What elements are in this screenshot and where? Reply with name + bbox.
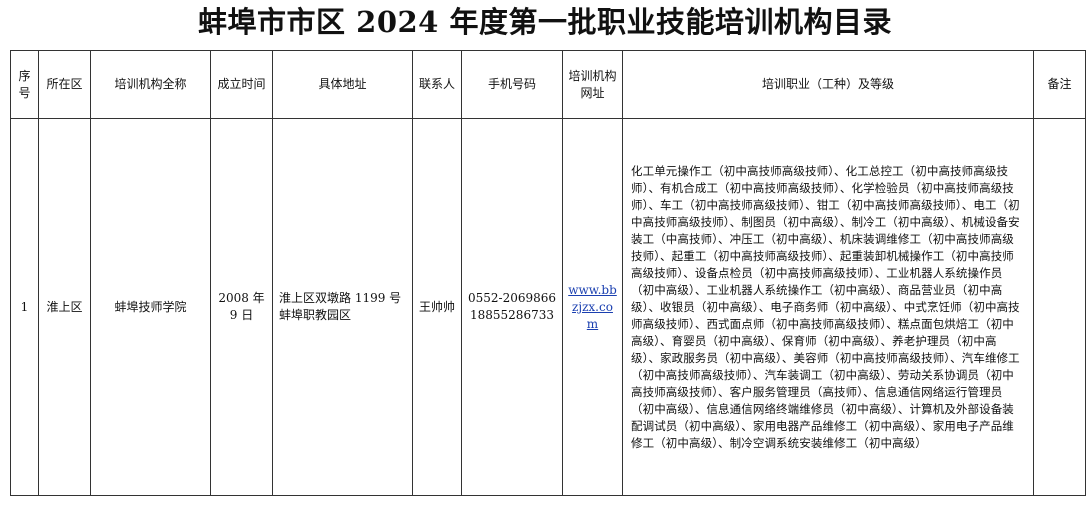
table-row: 1 淮上区 蚌埠技师学院 2008 年 9 日 淮上区双墩路 1199 号蚌埠职… <box>10 118 1086 496</box>
cell-contact: 王帅帅 <box>412 118 462 496</box>
header-occupations: 培训职业（工种）及等级 <box>622 50 1034 119</box>
header-occupations-label: 培训职业（工种）及等级 <box>761 77 894 91</box>
cell-address-value: 淮上区双墩路 1199 号蚌埠职教园区 <box>279 291 402 322</box>
cell-occupations: 化工单元操作工（初中高技师高级技师）、化工总控工（初中高技师高级技师）、有机合成… <box>622 118 1034 496</box>
document-title: 蚌埠市市区 2024 年度第一批职业技能培训机构目录 <box>198 5 892 39</box>
header-remarks: 备注 <box>1033 50 1086 119</box>
cell-district: 淮上区 <box>38 118 91 496</box>
header-index-label: 序号 <box>18 68 31 100</box>
cell-contact-value: 王帅帅 <box>418 299 455 314</box>
header-website-label: 培训机构网址 <box>568 68 617 100</box>
header-contact: 联系人 <box>412 50 462 119</box>
website-link[interactable]: www.bbzjzx.com <box>568 283 617 331</box>
header-district: 所在区 <box>38 50 91 119</box>
header-remarks-label: 备注 <box>1047 77 1072 91</box>
header-org-name-label: 培训机构全称 <box>114 77 187 91</box>
cell-founded: 2008 年 9 日 <box>210 118 273 496</box>
cell-org-name-value: 蚌埠技师学院 <box>114 299 187 314</box>
cell-remarks <box>1033 118 1086 496</box>
header-phone: 手机号码 <box>461 50 563 119</box>
header-org-name: 培训机构全称 <box>90 50 211 119</box>
cell-org-name: 蚌埠技师学院 <box>90 118 211 496</box>
header-phone-label: 手机号码 <box>487 77 536 91</box>
cell-occupations-value: 化工单元操作工（初中高技师高级技师）、化工总控工（初中高技师高级技师）、有机合成… <box>631 163 1020 450</box>
header-address-label: 具体地址 <box>318 77 367 91</box>
cell-website: www.bbzjzx.com <box>562 118 623 496</box>
cell-phone: 0552-2069866 18855286733 <box>461 118 563 496</box>
header-district-label: 所在区 <box>46 77 83 91</box>
header-address: 具体地址 <box>272 50 413 119</box>
header-contact-label: 联系人 <box>418 77 455 91</box>
cell-founded-value: 2008 年 9 日 <box>218 291 265 322</box>
header-founded-label: 成立时间 <box>217 77 266 91</box>
cell-district-value: 淮上区 <box>46 299 83 314</box>
cell-index: 1 <box>10 118 39 496</box>
cell-phone-value: 0552-2069866 18855286733 <box>467 291 557 322</box>
table-header-row: 序号 所在区 培训机构全称 成立时间 具体地址 联系人 手机号码 培训机构网址 … <box>10 50 1086 119</box>
training-institution-table: 序号 所在区 培训机构全称 成立时间 具体地址 联系人 手机号码 培训机构网址 … <box>10 50 1086 496</box>
header-website: 培训机构网址 <box>562 50 623 119</box>
cell-index-value: 1 <box>20 299 29 314</box>
header-index: 序号 <box>10 50 39 119</box>
cell-address: 淮上区双墩路 1199 号蚌埠职教园区 <box>272 118 413 496</box>
header-founded: 成立时间 <box>210 50 273 119</box>
